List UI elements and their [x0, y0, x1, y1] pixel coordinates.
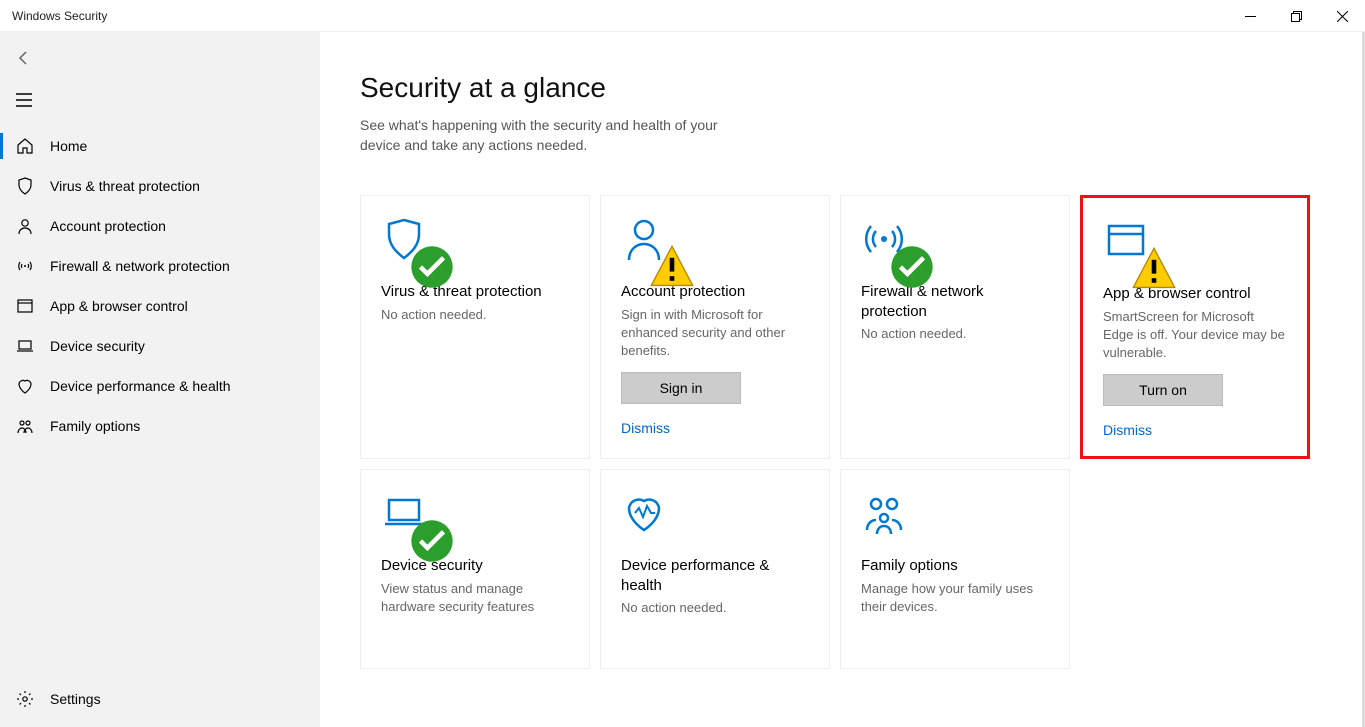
card-desc: No action needed.	[861, 325, 1049, 343]
sidebar-item-label: Account protection	[50, 218, 166, 234]
card-firewall[interactable]: Firewall & network protection No action …	[840, 195, 1070, 459]
gear-icon	[16, 690, 34, 708]
window-icon	[1103, 218, 1287, 270]
turn-on-button[interactable]: Turn on	[1103, 374, 1223, 406]
card-devicesecurity[interactable]: Device security View status and manage h…	[360, 469, 590, 669]
card-desc: Sign in with Microsoft for enhanced secu…	[621, 306, 809, 361]
sidebar-item-family[interactable]: Family options	[0, 406, 320, 446]
card-desc: View status and manage hardware security…	[381, 580, 569, 616]
minimize-button[interactable]	[1227, 0, 1273, 32]
heart-icon	[621, 490, 809, 542]
family-icon	[16, 417, 34, 435]
hamburger-button[interactable]	[0, 78, 320, 122]
sidebar-item-home[interactable]: Home	[0, 126, 320, 166]
warning-badge-icon	[1131, 246, 1151, 266]
card-title: Device performance & health	[621, 556, 809, 595]
antenna-icon	[16, 257, 34, 275]
sidebar-item-settings[interactable]: Settings	[0, 679, 320, 719]
antenna-icon	[861, 216, 1049, 268]
sidebar-item-label: Firewall & network protection	[50, 258, 230, 274]
card-account[interactable]: Account protection Sign in with Microsof…	[600, 195, 830, 459]
check-badge-icon	[409, 244, 429, 264]
sidebar-item-performance[interactable]: Device performance & health	[0, 366, 320, 406]
window-title: Windows Security	[12, 9, 107, 23]
person-icon	[621, 216, 809, 268]
page-subtitle: See what's happening with the security a…	[360, 116, 740, 155]
heart-icon	[16, 377, 34, 395]
cards-grid: Virus & threat protection No action need…	[360, 195, 1322, 669]
card-desc: No action needed.	[621, 599, 809, 617]
window-icon	[16, 297, 34, 315]
sidebar-item-label: Virus & threat protection	[50, 178, 200, 194]
sidebar-item-label: Family options	[50, 418, 140, 434]
card-desc: Manage how your family uses their device…	[861, 580, 1049, 616]
sidebar-item-appbrowser[interactable]: App & browser control	[0, 286, 320, 326]
sidebar-item-devicesecurity[interactable]: Device security	[0, 326, 320, 366]
content-area: Security at a glance See what's happenin…	[320, 32, 1365, 727]
card-performance[interactable]: Device performance & health No action ne…	[600, 469, 830, 669]
person-icon	[16, 217, 34, 235]
card-family[interactable]: Family options Manage how your family us…	[840, 469, 1070, 669]
shield-icon	[16, 177, 34, 195]
family-icon	[861, 490, 1049, 542]
sidebar: Home Virus & threat protection Account p…	[0, 32, 320, 727]
sidebar-item-label: Home	[50, 138, 87, 154]
titlebar: Windows Security	[0, 0, 1365, 32]
card-title: Family options	[861, 556, 1049, 576]
laptop-icon	[16, 337, 34, 355]
warning-badge-icon	[649, 244, 669, 264]
dismiss-link[interactable]: Dismiss	[1103, 422, 1287, 438]
sidebar-item-account[interactable]: Account protection	[0, 206, 320, 246]
card-desc: SmartScreen for Microsoft Edge is off. Y…	[1103, 308, 1287, 363]
dismiss-link[interactable]: Dismiss	[621, 420, 809, 436]
sidebar-item-label: App & browser control	[50, 298, 188, 314]
card-desc: No action needed.	[381, 306, 569, 324]
card-appbrowser[interactable]: App & browser control SmartScreen for Mi…	[1080, 195, 1310, 459]
sidebar-item-firewall[interactable]: Firewall & network protection	[0, 246, 320, 286]
window-controls	[1227, 0, 1365, 31]
sidebar-item-label: Device security	[50, 338, 145, 354]
nav: Home Virus & threat protection Account p…	[0, 126, 320, 679]
sidebar-item-label: Device performance & health	[50, 378, 231, 394]
laptop-icon	[381, 490, 569, 542]
sidebar-item-virus[interactable]: Virus & threat protection	[0, 166, 320, 206]
home-icon	[16, 137, 34, 155]
check-badge-icon	[409, 518, 429, 538]
signin-button[interactable]: Sign in	[621, 372, 741, 404]
sidebar-item-label: Settings	[50, 691, 101, 707]
close-button[interactable]	[1319, 0, 1365, 32]
maximize-button[interactable]	[1273, 0, 1319, 32]
main: Home Virus & threat protection Account p…	[0, 32, 1365, 727]
page-heading: Security at a glance	[360, 72, 1322, 104]
shield-icon	[381, 216, 569, 268]
back-button[interactable]	[0, 38, 320, 78]
check-badge-icon	[889, 244, 909, 264]
card-virus[interactable]: Virus & threat protection No action need…	[360, 195, 590, 459]
